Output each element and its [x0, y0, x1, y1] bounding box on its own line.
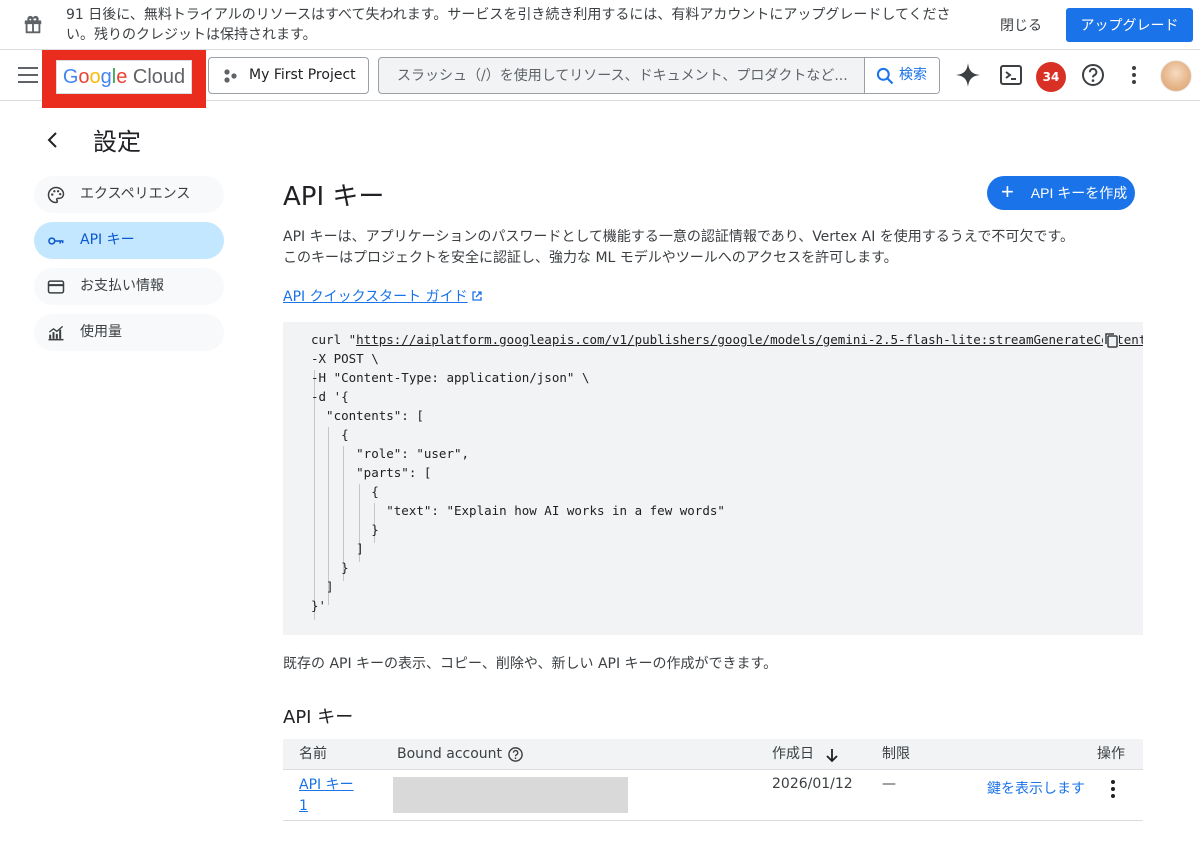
- plus-icon: +: [1001, 179, 1014, 204]
- copy-icon[interactable]: [1103, 332, 1119, 348]
- menu-icon[interactable]: [18, 67, 38, 85]
- keys-section-title: API キー: [283, 707, 354, 728]
- search-input[interactable]: [379, 58, 865, 93]
- cloud-shell-icon[interactable]: [998, 62, 1024, 88]
- gift-icon: [24, 15, 42, 34]
- nav-item-api-keys[interactable]: API キー: [34, 222, 224, 259]
- row-more-icon[interactable]: [1111, 780, 1115, 801]
- code-sample: curl "https://aiplatform.googleapis.com/…: [283, 322, 1143, 635]
- gemini-sparkle-icon[interactable]: [955, 62, 981, 88]
- column-bound-account: Bound account: [397, 746, 503, 762]
- external-link-icon: [471, 291, 482, 301]
- top-bar: Google Cloud My First Project 検索 34: [0, 50, 1200, 108]
- palette-icon: [47, 186, 65, 204]
- column-created[interactable]: 作成日: [772, 739, 814, 770]
- page-title: 設定: [93, 128, 141, 156]
- column-restrictions: 制限: [882, 746, 910, 762]
- column-actions: 操作: [1097, 746, 1125, 762]
- create-api-key-button[interactable]: + API キーを作成: [987, 176, 1135, 210]
- manage-keys-text: 既存の API キーの表示、コピー、削除や、新しい API キーの作成ができます…: [283, 656, 778, 672]
- project-icon: [224, 69, 237, 83]
- upgrade-button[interactable]: アップグレード: [1066, 8, 1193, 42]
- avatar[interactable]: [1160, 60, 1192, 92]
- project-selector[interactable]: My First Project: [208, 57, 369, 94]
- more-vert-icon[interactable]: [1121, 62, 1147, 88]
- column-name: 名前: [299, 746, 327, 762]
- help-outline-icon[interactable]: [507, 746, 524, 763]
- back-arrow-icon[interactable]: [44, 131, 62, 149]
- code-text: curl "https://aiplatform.googleapis.com/…: [311, 332, 1143, 613]
- search-button[interactable]: 検索: [864, 58, 939, 93]
- help-icon[interactable]: [1080, 62, 1106, 88]
- chart-icon: [48, 325, 64, 341]
- show-key-link[interactable]: 鍵を表示します: [987, 778, 1085, 798]
- quickstart-link[interactable]: API クイックスタート ガイド: [283, 286, 483, 306]
- redacted-account: [393, 777, 628, 813]
- nav-item-usage[interactable]: 使用量: [34, 314, 224, 351]
- nav-item-billing[interactable]: お支払い情報: [34, 268, 224, 305]
- table-row: API キー 1 2026/01/12 — 鍵を表示します: [283, 770, 1143, 821]
- section-heading: API キー: [283, 182, 385, 212]
- table-header: 名前 Bound account 作成日 制限 操作: [283, 739, 1143, 770]
- search-bar: 検索: [378, 57, 940, 94]
- created-date: 2026/01/12: [772, 776, 853, 792]
- sort-arrow-down-icon[interactable]: [824, 747, 840, 763]
- trial-banner: 91 日後に、無料トライアルのリソースはすべて失われます。サービスを引き続き利用…: [0, 0, 1200, 50]
- project-name: My First Project: [249, 67, 356, 83]
- api-key-description: API キーは、アプリケーションのパスワードとして機能する一意の認証情報であり、…: [283, 229, 1074, 266]
- restrictions-value: —: [882, 776, 896, 792]
- credit-card-icon: [47, 280, 65, 294]
- google-cloud-logo[interactable]: Google Cloud: [56, 60, 192, 94]
- search-icon: [876, 67, 894, 85]
- api-key-name-link[interactable]: API キー 1: [299, 775, 363, 817]
- banner-message: 91 日後に、無料トライアルのリソースはすべて失われます。サービスを引き続き利用…: [66, 7, 951, 43]
- close-banner-button[interactable]: 閉じる: [1000, 15, 1042, 35]
- nav-item-experience[interactable]: エクスペリエンス: [34, 176, 224, 213]
- notifications-badge[interactable]: 34: [1036, 62, 1066, 92]
- key-icon: [48, 237, 64, 245]
